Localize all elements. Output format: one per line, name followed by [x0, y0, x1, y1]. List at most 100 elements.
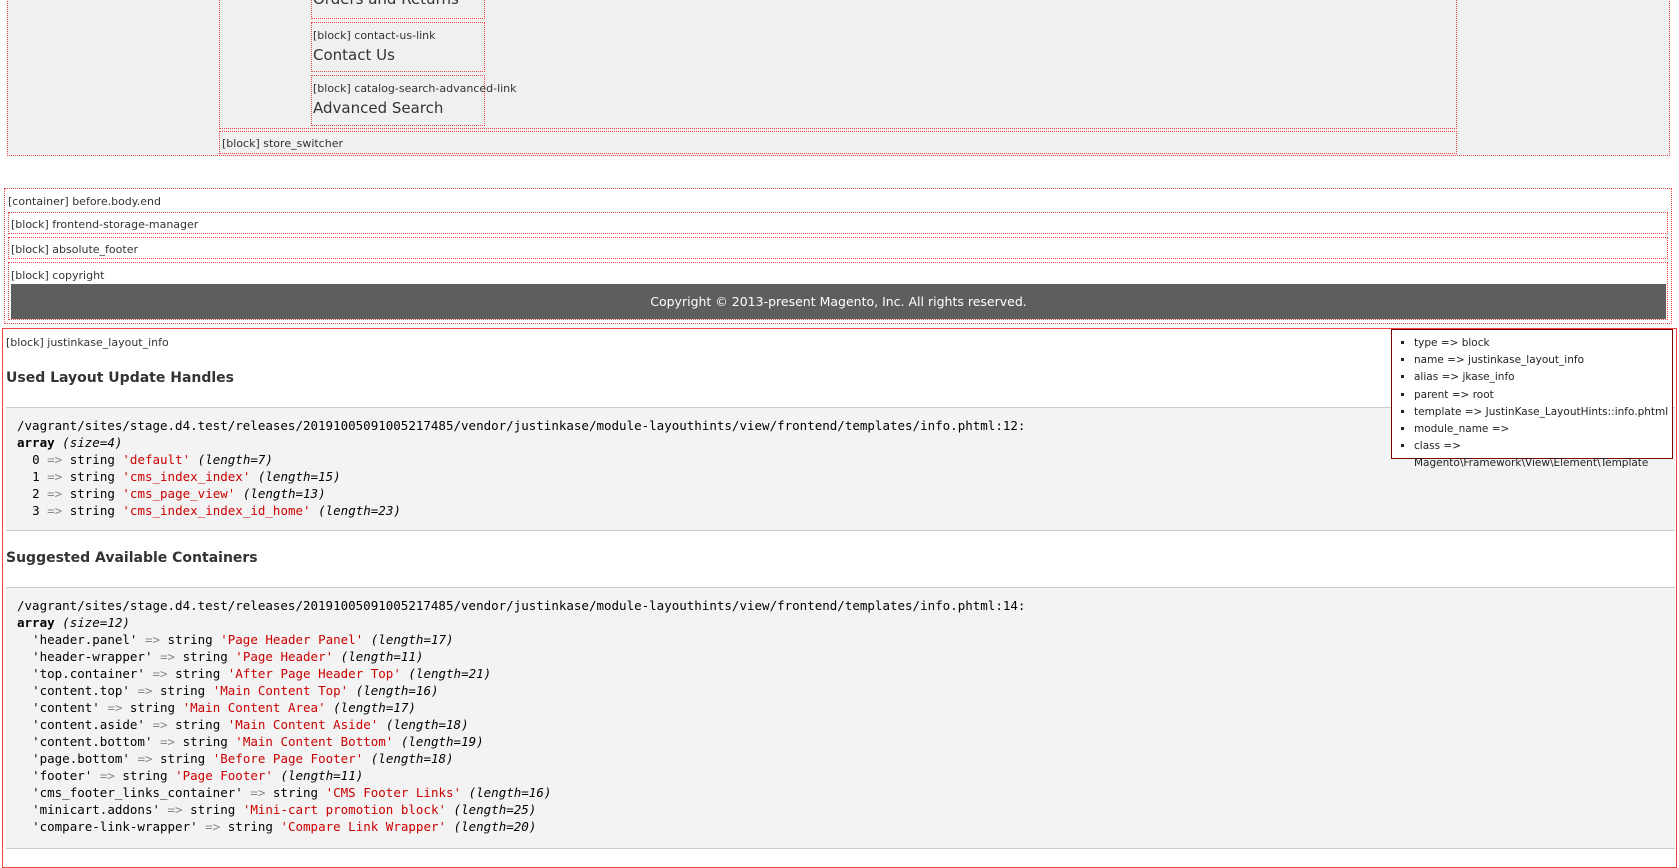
footer-link-contact-us[interactable]: [block] contact-us-link Contact Us [311, 22, 485, 72]
entry-arrow: => [152, 666, 168, 681]
entry-key: 'footer' [32, 768, 93, 783]
entry-value: 'Main Content Top' [212, 683, 349, 698]
entry-key: 'content.aside' [32, 717, 145, 732]
footer-link-advanced-search[interactable]: [block] catalog-search-advanced-link Adv… [311, 75, 517, 126]
entry-value: 'Main Content Aside' [227, 717, 379, 732]
entry-key: 'cms_footer_links_container' [32, 785, 243, 800]
entry-type: string [182, 649, 228, 664]
entry-value: 'Before Page Footer' [212, 751, 364, 766]
dump-entry: 'content.bottom' => string 'Main Content… [17, 733, 1025, 750]
entry-key: 3 [32, 503, 40, 518]
entry-key: 'page.bottom' [32, 751, 130, 766]
entry-length: (length=19) [400, 734, 484, 749]
dump-entry: 'content' => string 'Main Content Area' … [17, 699, 1025, 716]
entry-length: (length=13) [242, 486, 326, 501]
frontend-storage-manager-block: [block] frontend-storage-manager [8, 212, 1668, 234]
dump-entry: 'cms_footer_links_container' => string '… [17, 784, 1025, 801]
entry-type: string [175, 666, 221, 681]
entry-value: 'CMS Footer Links' [325, 785, 462, 800]
entry-value: 'Page Header' [235, 649, 334, 664]
entry-length: (length=17) [370, 632, 454, 647]
block-hint-label: [block] absolute_footer [11, 243, 138, 256]
entry-key: 2 [32, 486, 40, 501]
entry-length: (length=16) [355, 683, 439, 698]
entry-arrow: => [47, 503, 63, 518]
entry-value: 'default' [122, 452, 191, 467]
entry-type: string [190, 802, 236, 817]
entry-type: string [227, 819, 273, 834]
entry-length: (length=16) [468, 785, 552, 800]
entry-value: 'Compare Link Wrapper' [280, 819, 447, 834]
entry-key: 'content.bottom' [32, 734, 153, 749]
entry-length: (length=18) [385, 717, 469, 732]
dump-entry: 3 => string 'cms_index_index_id_home' (l… [17, 502, 1025, 519]
entry-key: 1 [32, 469, 40, 484]
footer-link-label: Advanced Search [313, 99, 444, 117]
info-item-alias: alias => jkase_info [1414, 369, 1672, 386]
container-hint-label: [container] before.body.end [8, 195, 161, 208]
info-item-template: template => JustinKase_LayoutHints::info… [1414, 404, 1672, 421]
entry-type: string [182, 734, 228, 749]
footer-link-label: Contact Us [313, 46, 395, 64]
entry-length: (length=15) [257, 469, 341, 484]
entry-value: 'After Page Header Top' [227, 666, 401, 681]
footer-link-orders-returns[interactable]: Orders and Returns [311, 0, 485, 19]
dump-entry: 'compare-link-wrapper' => string 'Compar… [17, 818, 1025, 835]
info-item-module-name: module_name => [1414, 421, 1672, 438]
entry-arrow: => [160, 649, 176, 664]
entry-arrow: => [250, 785, 266, 800]
block-hint-label: [block] contact-us-link [313, 29, 436, 42]
entry-type: string [122, 768, 168, 783]
entry-key: 'content' [32, 700, 100, 715]
entry-length: (length=7) [197, 452, 273, 467]
copyright-bar: Copyright © 2013-present Magento, Inc. A… [11, 284, 1666, 319]
dump-entry: 'page.bottom' => string 'Before Page Foo… [17, 750, 1025, 767]
block-hint-label: [block] catalog-search-advanced-link [313, 82, 517, 95]
dump-entry: 'content.aside' => string 'Main Content … [17, 716, 1025, 733]
array-keyword: array [17, 435, 55, 450]
entry-type: string [69, 486, 115, 501]
dump-entry: 2 => string 'cms_page_view' (length=13) [17, 485, 1025, 502]
info-item-type: type => block [1414, 335, 1672, 352]
entry-length: (length=20) [453, 819, 537, 834]
containers-dump: /vagrant/sites/stage.d4.test/releases/20… [6, 587, 1675, 849]
entry-arrow: => [144, 632, 161, 647]
entry-arrow: => [152, 717, 168, 732]
entry-key: 'header.panel' [32, 632, 138, 647]
entry-arrow: => [160, 734, 176, 749]
entry-key: 'header-wrapper' [32, 649, 153, 664]
dump-array-header: array (size=4) [17, 434, 1025, 451]
handles-dump-content: /vagrant/sites/stage.d4.test/releases/20… [17, 417, 1025, 519]
handles-heading: Used Layout Update Handles [6, 370, 235, 386]
dump-entry: 1 => string 'cms_index_index' (length=15… [17, 468, 1025, 485]
entry-type: string [272, 785, 319, 800]
entry-type: string [129, 700, 176, 715]
dump-entry: 'header-wrapper' => string 'Page Header'… [17, 648, 1025, 665]
entry-length: (length=11) [280, 768, 364, 783]
entry-type: string [69, 503, 115, 518]
block-info-list: type => block name => justinkase_layout_… [1392, 335, 1672, 469]
entry-type: string [160, 683, 206, 698]
array-size: (size=12) [62, 615, 130, 630]
entry-key: 'content.top' [32, 683, 130, 698]
entry-length: (length=23) [318, 503, 401, 518]
entry-value: 'Main Content Bottom' [235, 734, 394, 749]
entry-arrow: => [205, 819, 221, 834]
entry-type: string [167, 632, 213, 647]
entry-arrow: => [47, 486, 63, 501]
entry-type: string [69, 452, 115, 467]
dump-entry: 0 => string 'default' (length=7) [17, 451, 1025, 468]
dump-entry: 'content.top' => string 'Main Content To… [17, 682, 1025, 699]
entry-length: (length=21) [408, 666, 492, 681]
block-hint-label: [block] frontend-storage-manager [11, 218, 199, 231]
store-switcher-block: [block] store_switcher [219, 131, 1457, 154]
entry-arrow: => [137, 751, 153, 766]
entry-type: string [69, 469, 115, 484]
containers-heading: Suggested Available Containers [6, 550, 258, 566]
entry-value: 'Mini-cart promotion block' [242, 802, 447, 817]
dump-entry: 'header.panel' => string 'Page Header Pa… [17, 631, 1025, 648]
entry-value: 'cms_index_index' [122, 469, 251, 484]
entry-length: (length=25) [453, 802, 537, 817]
dump-array-header: array (size=12) [17, 614, 1025, 631]
entry-arrow: => [107, 700, 123, 715]
